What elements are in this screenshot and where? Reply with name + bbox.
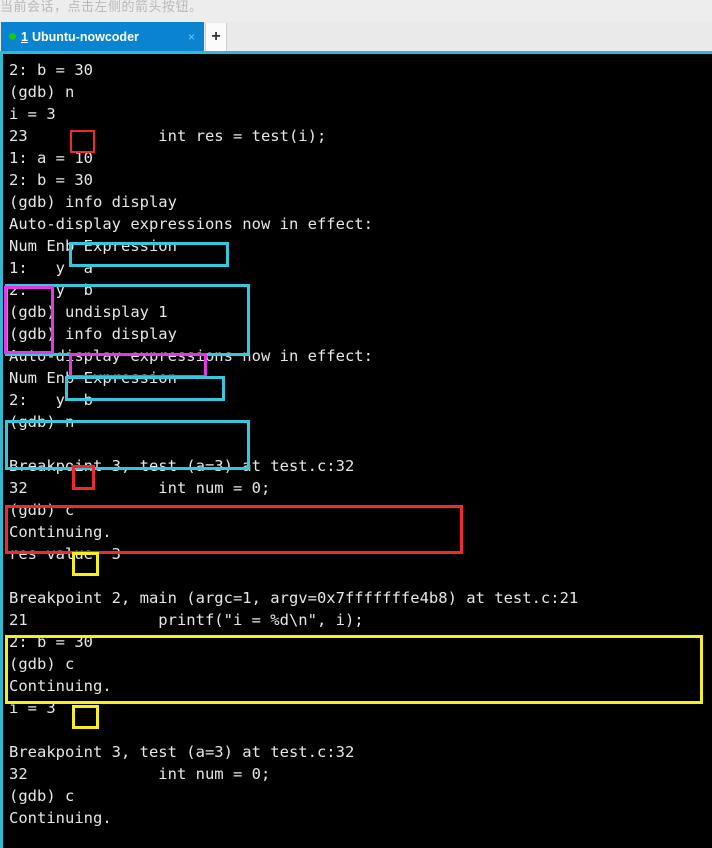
terminal-line: 32 int num = 0; [9, 479, 271, 497]
close-icon[interactable]: × [185, 31, 198, 43]
screenshot-root: 当前会话，点击左侧的箭头按钮。 1 Ubuntu-nowcoder × + 2:… [0, 0, 712, 848]
terminal-line: Continuing. [9, 809, 112, 827]
terminal-line: res value: 3 [9, 545, 121, 563]
terminal-line: 2: y b [9, 281, 93, 299]
terminal-line: Breakpoint 3, test (a=3) at test.c:32 [9, 457, 355, 475]
terminal-line: 2: b = 30 [9, 633, 93, 651]
status-dot-icon [9, 33, 16, 40]
terminal-line: 2: b = 30 [9, 61, 93, 79]
terminal-line: (gdb) c [9, 787, 75, 805]
hint-banner: 当前会话，点击左侧的箭头按钮。 [0, 0, 712, 22]
terminal-line: Continuing. [9, 677, 112, 695]
terminal-line: i = 3 [9, 105, 56, 123]
hint-banner-text: 当前会话，点击左侧的箭头按钮。 [0, 0, 203, 15]
terminal-output-pane[interactable]: 2: b = 30 (gdb) n i = 3 23 int res = test(i… [0, 54, 712, 848]
terminal-line: Num Enb Expression [9, 237, 177, 255]
terminal-line: Auto-display expressions now in effect: [9, 215, 373, 233]
terminal-line: Breakpoint 3, test (a=3) at test.c:32 [9, 743, 355, 761]
terminal-text-lines: 2: b = 30 (gdb) n i = 3 23 int res = test(i… [9, 59, 712, 829]
terminal-line: Breakpoint 2, main (argc=1, argv=0x7ffff… [9, 589, 579, 607]
terminal-line: (gdb) c [9, 501, 75, 519]
terminal-line: Auto-display expressions now in effect: [9, 347, 373, 365]
terminal-line: 1: a = 10 [9, 149, 93, 167]
terminal-line: 21 printf("i = %d\n", i); [9, 611, 364, 629]
tab-index-label: 1 [21, 29, 28, 44]
terminal-line: Continuing. [9, 523, 112, 541]
new-tab-button[interactable]: + [205, 23, 227, 51]
terminal-line: (gdb) c [9, 655, 75, 673]
terminal-line: (gdb) undisplay 1 [9, 303, 168, 321]
terminal-line: i = 3 [9, 699, 56, 717]
terminal-line: (gdb) n [9, 83, 75, 101]
terminal-line: Num Enb Expression [9, 369, 177, 387]
terminal-tabbar: 1 Ubuntu-nowcoder × + [0, 22, 712, 51]
terminal-line: (gdb) n [9, 413, 75, 431]
tab-title-label: Ubuntu-nowcoder [31, 29, 139, 44]
terminal-line: (gdb) info display [9, 325, 177, 343]
terminal-line: 2: b = 30 [9, 171, 93, 189]
terminal-line: 32 int num = 0; [9, 765, 271, 783]
terminal-line: 2: y b [9, 391, 93, 409]
terminal-line: 1: y a [9, 259, 93, 277]
terminal-line: 23 int res = test(i); [9, 127, 327, 145]
terminal-line: (gdb) info display [9, 193, 177, 211]
tab-ubuntu-nowcoder[interactable]: 1 Ubuntu-nowcoder × [1, 22, 204, 51]
